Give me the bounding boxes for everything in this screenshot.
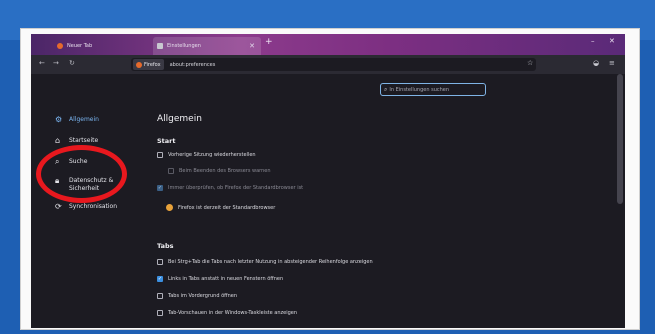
new-tab-button[interactable]: + bbox=[265, 37, 273, 47]
gear-icon: ⚙ bbox=[55, 115, 63, 124]
url-bar[interactable]: Firefox about:preferences bbox=[131, 58, 536, 71]
highlight-circle bbox=[36, 145, 127, 203]
section-title-start: Start bbox=[157, 137, 176, 145]
identity-label: Firefox bbox=[144, 61, 161, 68]
option-restore-session[interactable]: Vorherige Sitzung wiederherstellen bbox=[157, 152, 256, 158]
status-text: Firefox ist derzeit der Standardbrowser bbox=[178, 204, 276, 211]
scrollbar[interactable] bbox=[617, 74, 623, 204]
bookmark-star-icon[interactable]: ☆ bbox=[527, 59, 533, 67]
option-label: Vorherige Sitzung wiederherstellen bbox=[168, 152, 256, 158]
sidebar-item-home[interactable]: ⌂ Startseite bbox=[55, 137, 98, 145]
firefox-icon bbox=[57, 43, 63, 49]
sidebar-item-label: Startseite bbox=[69, 137, 99, 144]
checkbox[interactable]: ✓ bbox=[157, 276, 163, 282]
option-label: Tab-Vorschauen in der Windows-Taskleiste… bbox=[168, 310, 298, 316]
identity-box[interactable]: Firefox bbox=[133, 59, 164, 70]
tab-settings[interactable]: Einstellungen ✕ bbox=[153, 37, 261, 55]
option-label: Tabs im Vordergrund öffnen bbox=[168, 293, 238, 299]
sidebar-item-general[interactable]: ⚙ Allgemein bbox=[55, 116, 99, 124]
url-text: about:preferences bbox=[169, 61, 216, 68]
firefox-icon bbox=[166, 204, 173, 211]
back-button[interactable]: ← bbox=[39, 59, 45, 67]
menu-icon[interactable]: ≡ bbox=[609, 59, 615, 67]
sync-icon: ⟳ bbox=[55, 202, 62, 211]
minimize-button[interactable]: – bbox=[591, 37, 595, 45]
navigation-toolbar: ← → ↻ Firefox about:preferences ☆ ◒ ≡ bbox=[31, 55, 625, 74]
preferences-content: ⌕ ⚙ Allgemein ⌂ Startseite ⌕ Suche 🔒︎ Da… bbox=[31, 74, 625, 328]
sidebar-item-sync[interactable]: ⟳ Synchronisation bbox=[55, 203, 117, 211]
firefox-icon bbox=[136, 61, 142, 68]
option-label: Immer überprüfen, ob Firefox der Standar… bbox=[168, 185, 304, 191]
account-icon[interactable]: ◒ bbox=[593, 59, 599, 67]
tab-strip: Neuer Tab Einstellungen ✕ + – ✕ bbox=[31, 34, 625, 55]
option-label: Beim Beenden des Browsers warnen bbox=[179, 168, 271, 174]
close-icon[interactable]: ✕ bbox=[249, 42, 255, 50]
sidebar-item-label: Synchronisation bbox=[69, 203, 118, 210]
settings-search-input[interactable] bbox=[387, 86, 484, 93]
checkbox[interactable] bbox=[157, 293, 163, 299]
reload-button[interactable]: ↻ bbox=[69, 59, 75, 67]
option-open-links-in-tabs[interactable]: ✓ Links in Tabs anstatt in neuen Fenster… bbox=[157, 276, 283, 282]
option-label: Links in Tabs anstatt in neuen Fenstern … bbox=[168, 276, 284, 282]
tab-label: Neuer Tab bbox=[67, 43, 93, 49]
option-taskbar-previews[interactable]: Tab-Vorschauen in der Windows-Taskleiste… bbox=[157, 310, 297, 316]
option-ctrl-tab-order[interactable]: Bei Strg+Tab die Tabs nach letzter Nutzu… bbox=[157, 259, 373, 265]
checkbox bbox=[168, 168, 174, 174]
tab-label: Einstellungen bbox=[167, 43, 201, 49]
option-check-default-browser: ✓ Immer überprüfen, ob Firefox der Stand… bbox=[157, 185, 303, 191]
option-switch-to-new-tabs[interactable]: Tabs im Vordergrund öffnen bbox=[157, 293, 237, 299]
option-warn-on-quit: Beim Beenden des Browsers warnen bbox=[168, 168, 271, 174]
page-title: Allgemein bbox=[157, 114, 202, 124]
checkbox[interactable] bbox=[157, 152, 163, 158]
gear-icon bbox=[157, 43, 163, 49]
sidebar-item-label: Allgemein bbox=[69, 116, 99, 123]
tab-new-tab[interactable]: Neuer Tab bbox=[53, 37, 153, 55]
settings-search[interactable]: ⌕ bbox=[380, 83, 486, 96]
option-label: Bei Strg+Tab die Tabs nach letzter Nutzu… bbox=[168, 259, 373, 265]
section-title-tabs: Tabs bbox=[157, 242, 174, 250]
checkbox[interactable] bbox=[157, 259, 163, 265]
default-browser-status: Firefox ist derzeit der Standardbrowser bbox=[166, 204, 275, 211]
home-icon: ⌂ bbox=[55, 136, 61, 145]
close-window-button[interactable]: ✕ bbox=[609, 37, 615, 45]
forward-button[interactable]: → bbox=[53, 59, 59, 67]
checkbox[interactable] bbox=[157, 310, 163, 316]
checkbox: ✓ bbox=[157, 185, 163, 191]
